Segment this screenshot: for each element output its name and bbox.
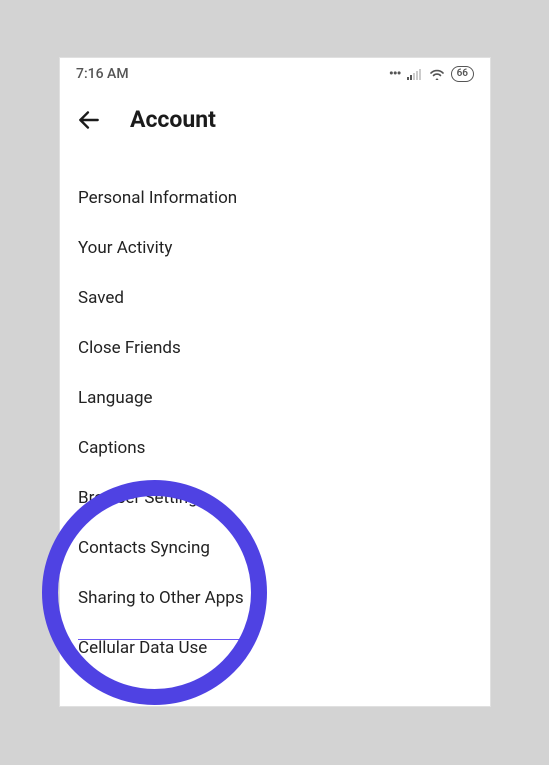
page-header: Account: [60, 88, 490, 143]
back-arrow-icon[interactable]: [76, 107, 102, 133]
status-time: 7:16 AM: [76, 66, 129, 82]
status-bar: 7:16 AM ••• 66: [60, 58, 490, 88]
menu-item-saved[interactable]: Saved: [60, 273, 490, 323]
menu-item-captions[interactable]: Captions: [60, 423, 490, 473]
annotation-underline: [78, 639, 248, 640]
menu-item-close-friends[interactable]: Close Friends: [60, 323, 490, 373]
menu-item-contacts-syncing[interactable]: Contacts Syncing: [60, 523, 490, 573]
wifi-icon: [429, 68, 445, 80]
menu-item-sharing-to-other-apps[interactable]: Sharing to Other Apps: [60, 573, 490, 623]
menu-item-browser-settings[interactable]: Browser Settings: [60, 473, 490, 523]
more-dots-icon: •••: [389, 66, 401, 82]
status-icons: ••• 66: [389, 66, 474, 82]
page-title: Account: [130, 106, 216, 133]
battery-icon: 66: [451, 66, 474, 82]
menu-item-personal-information[interactable]: Personal Information: [60, 173, 490, 223]
account-menu: Personal Information Your Activity Saved…: [60, 143, 490, 673]
menu-item-language[interactable]: Language: [60, 373, 490, 423]
menu-item-your-activity[interactable]: Your Activity: [60, 223, 490, 273]
signal-icon: [407, 68, 423, 80]
phone-frame: 7:16 AM ••• 66: [59, 57, 491, 707]
menu-item-cellular-data-use[interactable]: Cellular Data Use: [60, 623, 490, 673]
